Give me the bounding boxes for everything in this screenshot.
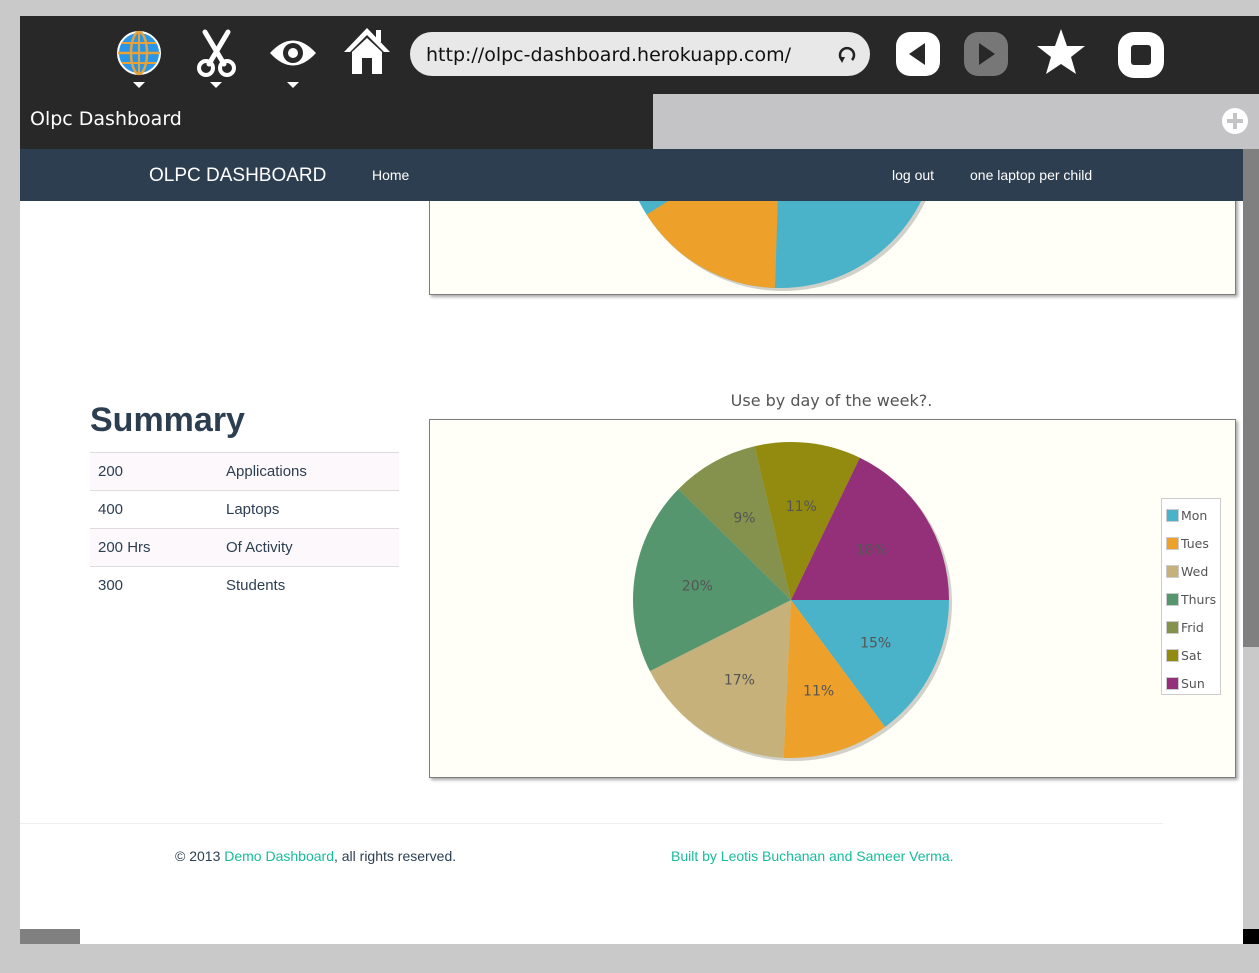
summary-value: 400: [90, 490, 218, 529]
tab-title: Olpc Dashboard: [30, 108, 182, 130]
stop-icon[interactable]: [1116, 16, 1170, 94]
pie-label-wed: 17%: [724, 673, 755, 689]
legend-item: Wed: [1166, 564, 1209, 579]
legend-swatch: [1166, 565, 1179, 578]
footer-copyright: © 2013 Demo Dashboard, all rights reserv…: [175, 848, 456, 864]
legend-swatch: [1166, 677, 1179, 690]
footer-credits: Built by Leotis Buchanan and Sameer Verm…: [671, 848, 954, 864]
summary-label: Applications: [218, 452, 399, 491]
summary-value: 200 Hrs: [90, 528, 218, 567]
url-bar[interactable]: http://olpc-dashboard.herokuapp.com/: [410, 32, 870, 76]
pie-label-tues: 11%: [803, 684, 834, 700]
legend-item: Sun: [1166, 676, 1205, 691]
summary-table: 200 Applications 400 Laptops 200 Hrs Of …: [90, 452, 399, 604]
legend-item: Frid: [1166, 620, 1204, 635]
pie-main-slices: [633, 442, 952, 761]
plus-circle-icon[interactable]: [1221, 107, 1249, 139]
pie-label-frid: 9%: [733, 510, 755, 526]
legend-label: Frid: [1181, 620, 1204, 635]
pie-label-sat: 11%: [786, 499, 817, 515]
table-row: 200 Hrs Of Activity: [90, 528, 399, 567]
legend-label: Mon: [1181, 508, 1208, 523]
nav-olpc-link[interactable]: one laptop per child: [970, 167, 1092, 183]
legend-item: Thurs: [1166, 592, 1217, 607]
demo-dashboard-link[interactable]: Demo Dashboard: [224, 848, 334, 864]
top-navbar: OLPC DASHBOARD Home log out one laptop p…: [20, 149, 1243, 201]
table-row: 300 Students: [90, 566, 399, 604]
legend-label: Sun: [1181, 676, 1205, 691]
legend-label: Wed: [1181, 564, 1209, 579]
legend-swatch: [1166, 593, 1179, 606]
legend-swatch: [1166, 537, 1179, 550]
horizontal-scrollbar-thumb[interactable]: [20, 929, 80, 944]
nav-home-link[interactable]: Home: [372, 167, 409, 183]
globe-icon[interactable]: [116, 16, 164, 94]
legend-swatch: [1166, 621, 1179, 634]
legend-item: Tues: [1166, 536, 1209, 551]
chart-legend: Mon Tues Wed Thurs Frid Sat Sun: [1161, 498, 1221, 695]
copyright-text: © 2013: [175, 848, 225, 864]
footer-divider: [20, 823, 1163, 824]
pie-label-sun: 18%: [856, 543, 887, 559]
star-icon[interactable]: [1036, 16, 1090, 94]
page-viewport: Summary 200 Applications 400 Laptops 200…: [20, 149, 1243, 944]
legend-swatch: [1166, 649, 1179, 662]
browser-toolbar: http://olpc-dashboard.herokuapp.com/: [20, 16, 1259, 94]
scrollbar-corner: [1243, 929, 1259, 944]
legend-label: Thurs: [1181, 592, 1217, 607]
summary-heading: Summary: [90, 401, 245, 439]
horizontal-scrollbar-track[interactable]: [20, 929, 1243, 944]
pie-label-mon: 15%: [860, 636, 891, 652]
reload-icon[interactable]: [836, 42, 858, 70]
chart-day-of-week: 15% 11% 17% 20% 9% 11% 18%: [429, 419, 1236, 778]
summary-label: Laptops: [218, 490, 399, 529]
summary-value: 200: [90, 452, 218, 491]
back-icon[interactable]: [894, 16, 948, 94]
rights-text: , all rights reserved.: [333, 848, 457, 864]
summary-label: Students: [218, 566, 399, 604]
forward-icon[interactable]: [962, 16, 1016, 94]
legend-item: Sat: [1166, 648, 1202, 663]
home-icon[interactable]: [342, 16, 392, 94]
table-row: 400 Laptops: [90, 490, 399, 529]
url-input[interactable]: http://olpc-dashboard.herokuapp.com/: [426, 43, 826, 67]
summary-label: Of Activity: [218, 528, 399, 567]
brand-link[interactable]: OLPC DASHBOARD: [149, 165, 326, 187]
tab-bar: Olpc Dashboard: [20, 94, 1259, 149]
tab-olpc-dashboard[interactable]: Olpc Dashboard: [20, 94, 653, 149]
scissors-icon[interactable]: [194, 16, 240, 94]
table-row: 200 Applications: [90, 452, 399, 491]
built-by-link[interactable]: Built by Leotis Buchanan and Sameer Verm…: [671, 848, 954, 864]
legend-swatch: [1166, 509, 1179, 522]
legend-item: Mon: [1166, 508, 1208, 523]
chart-title: Use by day of the week?.: [730, 391, 933, 410]
summary-value: 300: [90, 566, 218, 604]
nav-logout-link[interactable]: log out: [892, 167, 934, 183]
eye-icon[interactable]: [268, 16, 318, 94]
legend-label: Tues: [1181, 536, 1209, 551]
vertical-scrollbar-thumb[interactable]: [1243, 149, 1259, 647]
pie-label-thurs: 20%: [682, 578, 713, 594]
legend-label: Sat: [1181, 648, 1202, 663]
